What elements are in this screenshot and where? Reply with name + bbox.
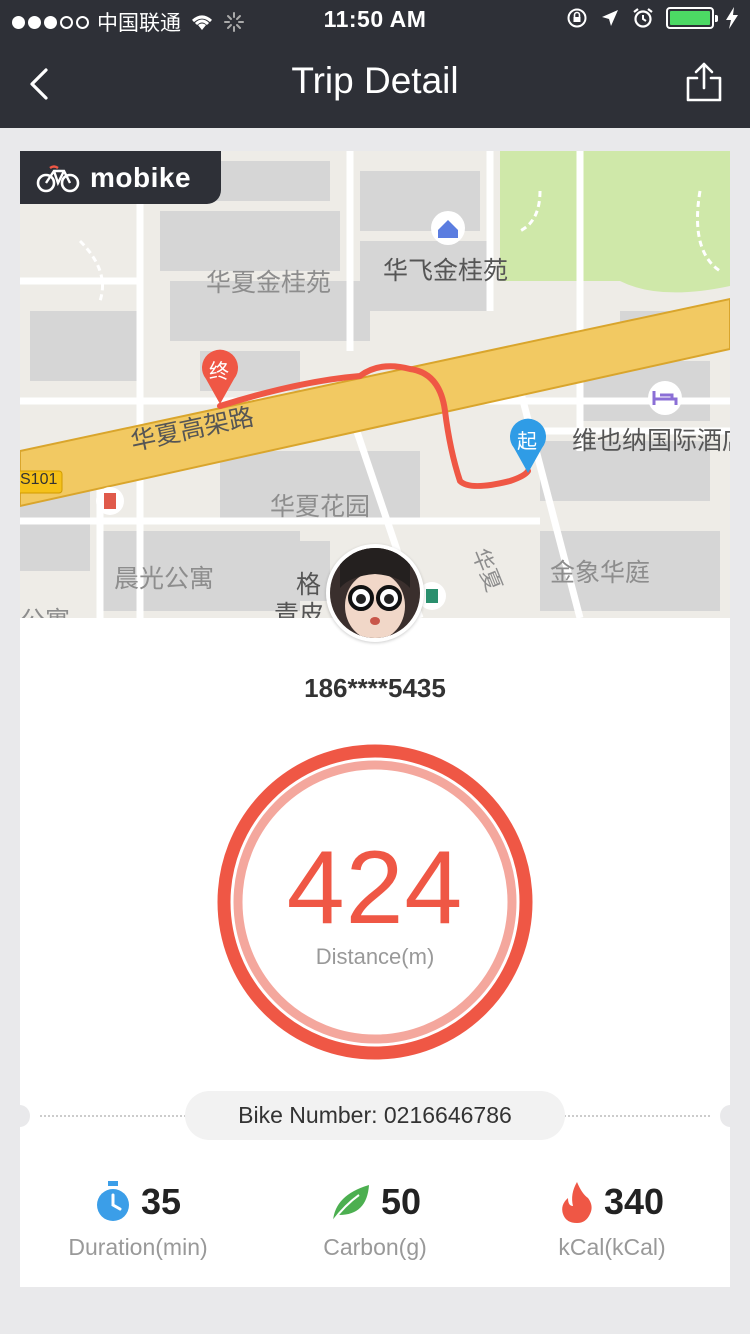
calories-value: 340 xyxy=(603,1181,665,1222)
home-icon xyxy=(431,211,465,245)
ticket-notch-left xyxy=(10,1105,30,1127)
stat-duration: 35 Duration(min) xyxy=(20,1176,256,1261)
rotation-lock-icon xyxy=(567,8,587,28)
map-label-poi: 华夏金桂苑 xyxy=(206,268,332,297)
map-label-route-shield: S101 xyxy=(20,471,58,488)
charging-bolt-icon xyxy=(726,7,738,29)
leaf-icon xyxy=(332,1185,369,1222)
ticket-notch-right xyxy=(720,1105,740,1127)
stat-calories: 340 kCal(kCal) xyxy=(494,1176,730,1261)
hotel-icon xyxy=(648,381,682,415)
top-bar: 中国联通 11:50 AM Trip Detail xyxy=(0,0,750,128)
map-label-poi: 华飞金桂苑 xyxy=(383,256,509,285)
carbon-label: Carbon(g) xyxy=(323,1234,427,1260)
map-label-hotel: 维也纳国际酒店 xyxy=(572,426,730,455)
map-label-poi: 青皮 xyxy=(274,600,325,618)
flame-icon xyxy=(562,1182,592,1223)
start-marker-label: 起 xyxy=(517,429,537,453)
bike-icon xyxy=(36,164,80,192)
distance-label: Distance(m) xyxy=(315,944,435,969)
share-icon xyxy=(686,62,722,102)
location-arrow-icon xyxy=(602,10,618,26)
end-marker-label: 终 xyxy=(209,359,229,383)
share-button[interactable] xyxy=(684,60,724,104)
duration-label: Duration(min) xyxy=(68,1234,208,1260)
brand-name: mobike xyxy=(90,161,192,193)
trip-card: 华夏金桂苑 华飞金桂苑 华夏高架路 维也纳国际酒店 S101 华夏花园 晨光公寓… xyxy=(10,151,740,1287)
map-label-poi: 公寓 xyxy=(20,601,70,618)
status-bar: 中国联通 11:50 AM xyxy=(0,0,750,40)
stat-carbon: 50 Carbon(g) xyxy=(257,1176,493,1261)
bike-number-badge: Bike Number: 0216646786 xyxy=(185,1091,565,1140)
user-phone: 186****5435 xyxy=(304,673,446,703)
brand-badge: mobike xyxy=(20,151,221,204)
map-label-poi: 晨光公寓 xyxy=(114,564,215,593)
battery-icon xyxy=(666,7,718,29)
avatar xyxy=(326,544,424,642)
distance-value: 424 xyxy=(286,830,464,946)
distance-ring: 424 Distance(m) xyxy=(217,744,533,1060)
map-label-poi: 华夏花园 xyxy=(270,492,371,521)
gas-station-icon xyxy=(96,487,124,515)
map-label-poi: 金象华庭 xyxy=(550,558,651,587)
page-title: Trip Detail xyxy=(291,60,459,101)
calories-label: kCal(kCal) xyxy=(558,1234,666,1260)
duration-value: 35 xyxy=(140,1181,182,1222)
carbon-value: 50 xyxy=(380,1181,422,1222)
alarm-icon xyxy=(633,8,653,28)
stopwatch-icon xyxy=(96,1181,129,1221)
